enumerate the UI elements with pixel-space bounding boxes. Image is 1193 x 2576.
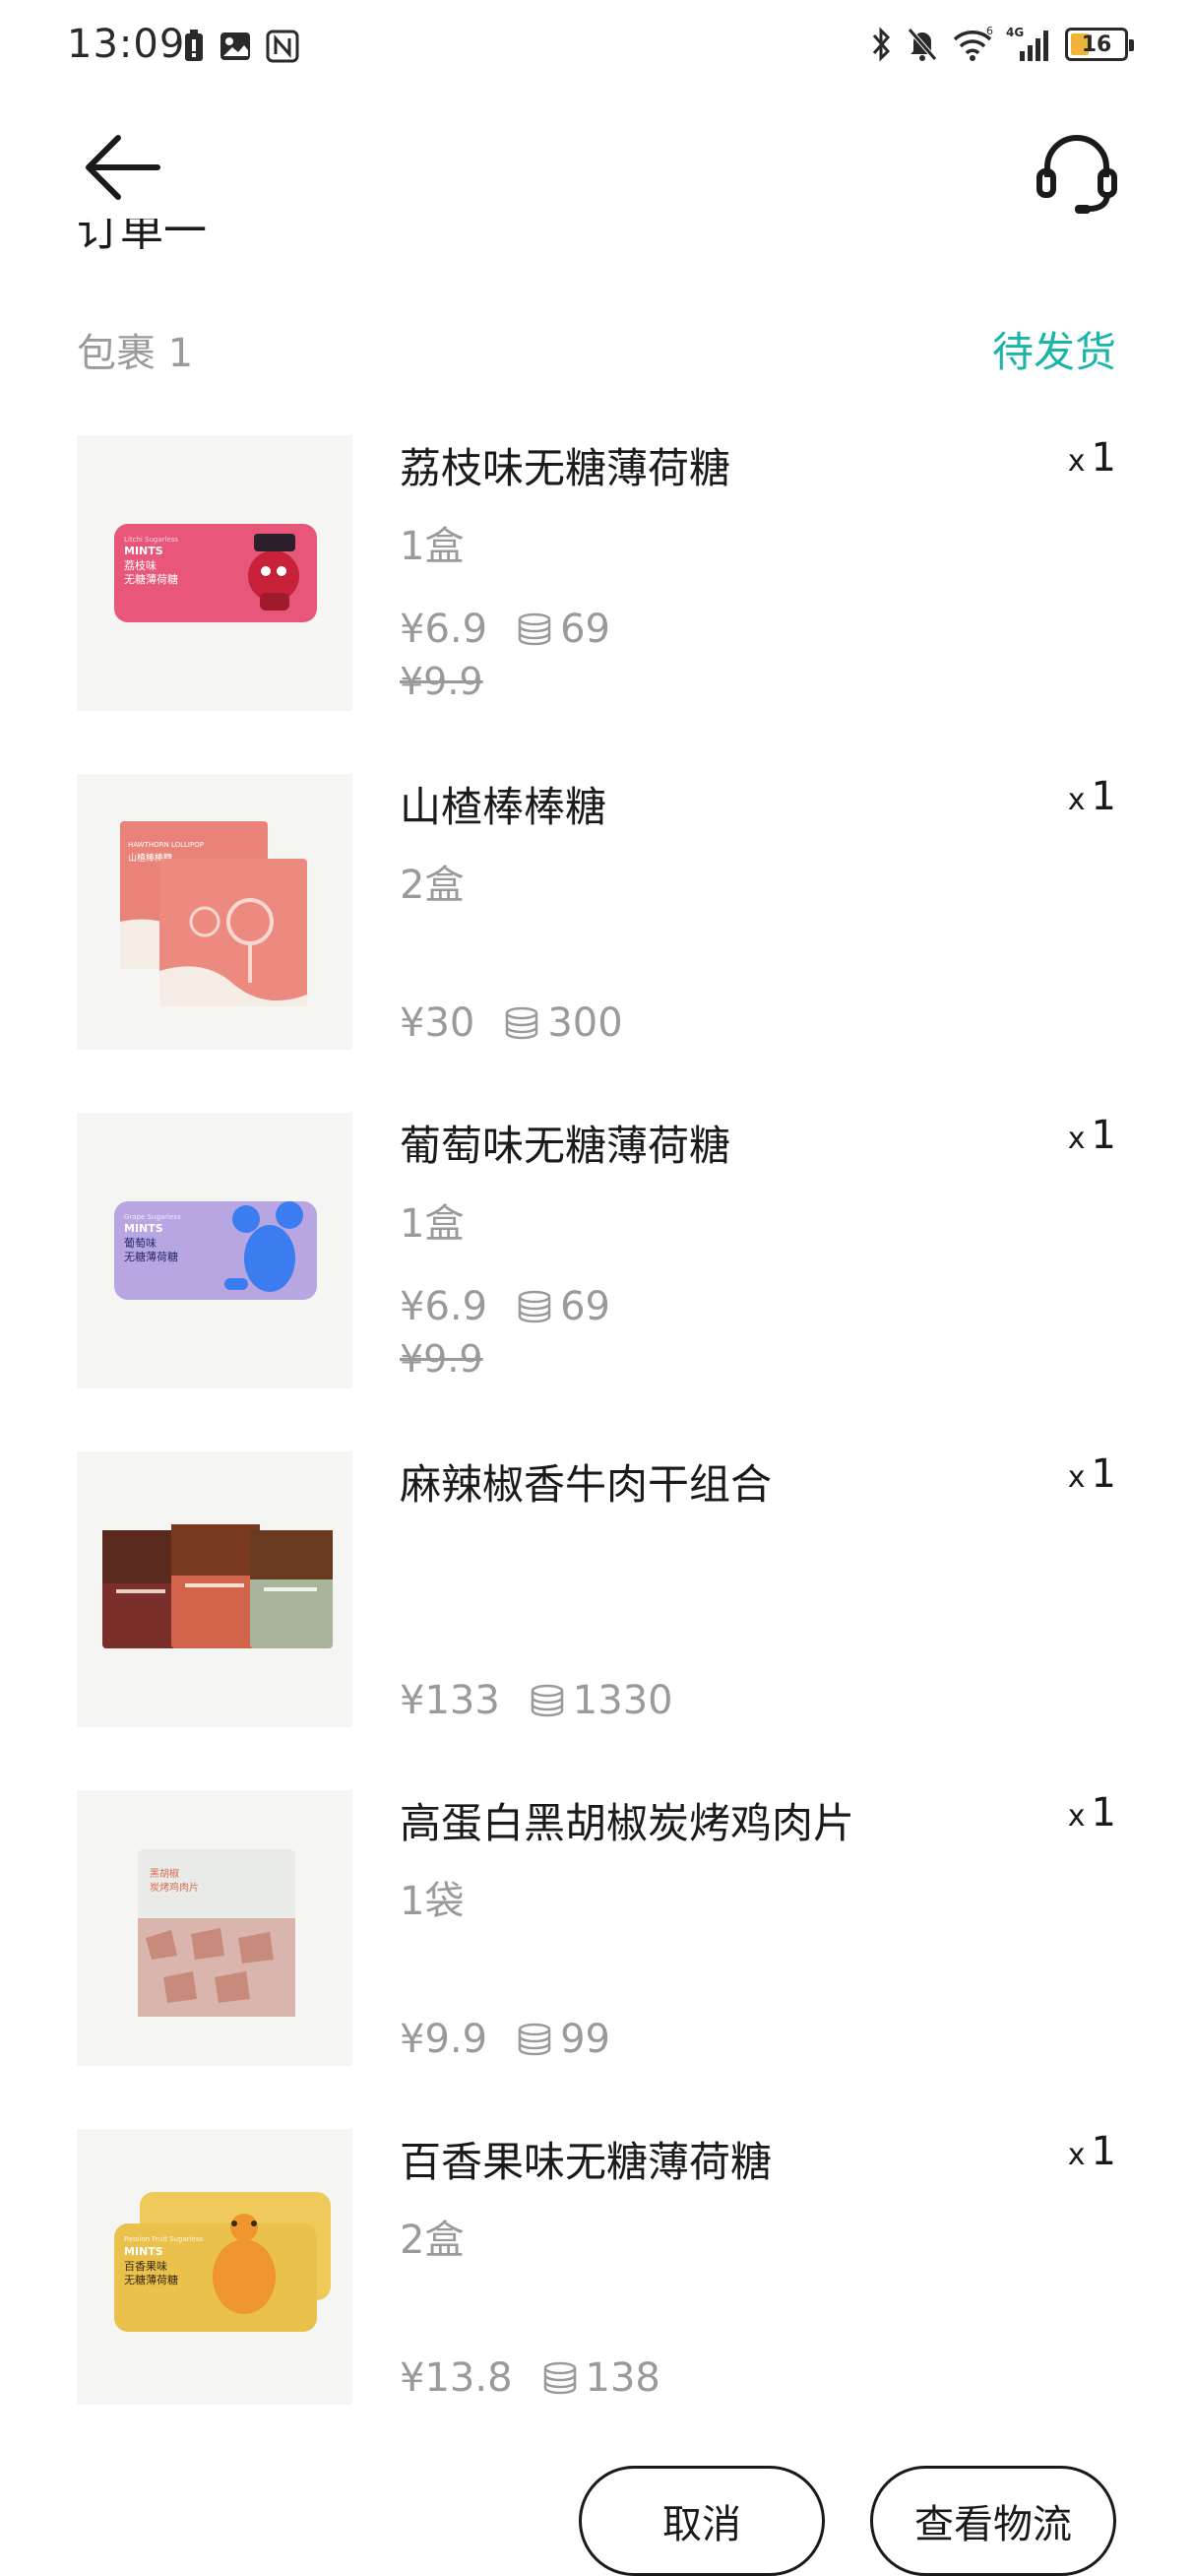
item-price-row: ¥6.9 69 bbox=[400, 1284, 610, 1329]
item-spec: 2盒 bbox=[400, 2218, 465, 2263]
product-image: HAWTHORN LOLLIPOP 山楂棒棒糖 bbox=[77, 774, 352, 1050]
item-name: 荔枝味无糖薄荷糖 bbox=[400, 444, 731, 492]
item-price-row: ¥30 300 bbox=[400, 1000, 623, 1046]
item-price: ¥30 bbox=[400, 1000, 475, 1046]
coin-stack-icon bbox=[518, 2023, 551, 2056]
svg-text:MINTS: MINTS bbox=[124, 545, 163, 557]
list-item[interactable]: Passion Fruit Sugarless MINTS 百香果味 无糖薄荷糖… bbox=[77, 2129, 1116, 2405]
order-title: 订单一 bbox=[77, 219, 207, 256]
svg-text:Litchi Sugarless: Litchi Sugarless bbox=[124, 536, 178, 544]
nfc-icon bbox=[266, 30, 299, 63]
network-type: 4G bbox=[1006, 26, 1024, 39]
svg-text:MINTS: MINTS bbox=[124, 2245, 163, 2258]
battery-level: 16 bbox=[1081, 32, 1112, 57]
svg-text:葡萄味: 葡萄味 bbox=[124, 1237, 157, 1250]
item-price-row: ¥133 1330 bbox=[400, 1678, 673, 1723]
coin-stack-icon bbox=[506, 1006, 538, 1040]
battery-saver-icon bbox=[185, 30, 203, 61]
customer-service-button[interactable] bbox=[1032, 128, 1122, 219]
svg-text:无糖薄荷糖: 无糖薄荷糖 bbox=[124, 572, 178, 586]
coin-stack-icon bbox=[543, 2361, 576, 2395]
item-quantity: x1 bbox=[1067, 435, 1116, 481]
status-right-icons: 6 4G 16 bbox=[870, 26, 1134, 63]
view-logistics-button[interactable]: 查看物流 bbox=[870, 2466, 1116, 2576]
bluetooth-icon bbox=[872, 27, 891, 62]
list-item[interactable]: Grape Sugarless MINTS 葡萄味 无糖薄荷糖 葡萄味无糖薄荷糖… bbox=[77, 1113, 1116, 1388]
cancel-button[interactable]: 取消 bbox=[579, 2466, 825, 2576]
svg-text:无糖薄荷糖: 无糖薄荷糖 bbox=[124, 2273, 178, 2286]
item-coins: 138 bbox=[542, 2355, 660, 2401]
mute-icon bbox=[908, 28, 937, 61]
item-name: 高蛋白黑胡椒炭烤鸡肉片 bbox=[400, 1799, 855, 1847]
svg-text:Passion Fruit Sugarless: Passion Fruit Sugarless bbox=[124, 2235, 204, 2243]
list-item[interactable]: Litchi Sugarless MINTS 荔枝味 无糖薄荷糖 荔枝味无糖薄荷… bbox=[77, 435, 1116, 711]
item-original-price: ¥9.9 bbox=[400, 660, 483, 703]
item-coins: 99 bbox=[517, 2017, 610, 2062]
item-coins: 300 bbox=[504, 1000, 623, 1046]
list-item[interactable]: HAWTHORN LOLLIPOP 山楂棒棒糖 山楂棒棒糖 x1 2盒 ¥30 … bbox=[77, 774, 1116, 1050]
svg-text:HAWTHORN LOLLIPOP: HAWTHORN LOLLIPOP bbox=[128, 841, 204, 849]
item-quantity: x1 bbox=[1067, 2129, 1116, 2174]
svg-text:MINTS: MINTS bbox=[124, 1222, 163, 1235]
package-label: 包裹 1 bbox=[77, 331, 194, 376]
list-item[interactable]: 麻辣椒香牛肉干组合 x1 ¥133 1330 bbox=[77, 1451, 1116, 1727]
coin-stack-icon bbox=[531, 1684, 564, 1717]
item-spec: 1盒 bbox=[400, 1201, 465, 1247]
item-quantity: x1 bbox=[1067, 1790, 1116, 1835]
item-price: ¥6.9 bbox=[400, 1284, 488, 1329]
item-original-price: ¥9.9 bbox=[400, 1337, 483, 1381]
status-left-icons bbox=[183, 30, 299, 63]
item-quantity: x1 bbox=[1067, 1113, 1116, 1158]
product-image: Passion Fruit Sugarless MINTS 百香果味 无糖薄荷糖 bbox=[77, 2129, 352, 2405]
item-name: 葡萄味无糖薄荷糖 bbox=[400, 1122, 731, 1170]
product-image bbox=[77, 1451, 352, 1727]
item-name: 麻辣椒香牛肉干组合 bbox=[400, 1460, 773, 1509]
item-coins: 69 bbox=[517, 607, 610, 652]
item-price: ¥9.9 bbox=[400, 2017, 488, 2062]
status-time: 13:09 bbox=[67, 22, 186, 67]
item-name: 山楂棒棒糖 bbox=[400, 783, 607, 831]
item-price: ¥13.8 bbox=[400, 2355, 513, 2401]
svg-text:炭烤鸡肉片: 炭烤鸡肉片 bbox=[150, 1881, 199, 1894]
item-price-row: ¥13.8 138 bbox=[400, 2355, 660, 2401]
package-status: 待发货 bbox=[991, 328, 1116, 376]
back-arrow-icon bbox=[86, 135, 160, 200]
coin-stack-icon bbox=[518, 1290, 551, 1323]
item-coins: 1330 bbox=[530, 1678, 673, 1723]
item-coins: 69 bbox=[517, 1284, 610, 1329]
item-quantity: x1 bbox=[1067, 774, 1116, 819]
item-price-row: ¥9.9 99 bbox=[400, 2017, 610, 2062]
headset-icon bbox=[1036, 135, 1117, 214]
svg-text:百香果味: 百香果味 bbox=[124, 2260, 167, 2273]
item-spec: 2盒 bbox=[400, 863, 465, 908]
item-price: ¥6.9 bbox=[400, 607, 488, 652]
product-image: Grape Sugarless MINTS 葡萄味 无糖薄荷糖 bbox=[77, 1113, 352, 1388]
item-name: 百香果味无糖薄荷糖 bbox=[400, 2138, 773, 2186]
wifi-badge: 6 bbox=[986, 26, 993, 37]
svg-text:荔枝味: 荔枝味 bbox=[124, 558, 157, 572]
item-price: ¥133 bbox=[400, 1678, 500, 1723]
coin-stack-icon bbox=[518, 612, 551, 646]
battery-icon: 16 bbox=[1065, 28, 1134, 61]
svg-text:黑胡椒: 黑胡椒 bbox=[150, 1867, 179, 1880]
back-button[interactable] bbox=[83, 128, 161, 207]
product-image: Litchi Sugarless MINTS 荔枝味 无糖薄荷糖 bbox=[77, 435, 352, 711]
svg-text:Grape Sugarless: Grape Sugarless bbox=[124, 1213, 181, 1221]
item-price-row: ¥6.9 69 bbox=[400, 607, 610, 652]
item-spec: 1盒 bbox=[400, 524, 465, 569]
wifi-icon: 6 bbox=[953, 26, 993, 61]
list-item[interactable]: 黑胡椒 炭烤鸡肉片 高蛋白黑胡椒炭烤鸡肉片 x1 1袋 ¥9.9 99 bbox=[77, 1790, 1116, 2066]
image-icon bbox=[220, 32, 250, 60]
signal-icon: 4G bbox=[1006, 26, 1048, 61]
product-image: 黑胡椒 炭烤鸡肉片 bbox=[77, 1790, 352, 2066]
item-spec: 1袋 bbox=[400, 1879, 465, 1924]
status-bar: 13:09 6 4G 16 bbox=[0, 0, 1193, 98]
item-quantity: x1 bbox=[1067, 1451, 1116, 1497]
svg-text:无糖薄荷糖: 无糖薄荷糖 bbox=[124, 1250, 178, 1263]
